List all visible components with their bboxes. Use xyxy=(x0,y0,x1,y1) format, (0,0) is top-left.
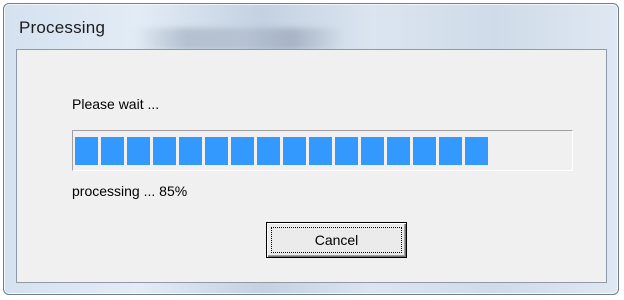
window-title: Processing xyxy=(19,18,106,37)
title-bar-glass-blur xyxy=(134,28,344,50)
progress-bar-fill xyxy=(75,137,488,165)
progress-bar xyxy=(72,130,573,171)
processing-window: Processing Please wait ... processing ..… xyxy=(3,3,619,295)
cancel-button-label: Cancel xyxy=(271,227,402,253)
title-bar[interactable]: Processing xyxy=(4,4,618,50)
status-label: processing ... 85% xyxy=(72,183,188,199)
dialog-body: Please wait ... processing ... 85% Cance… xyxy=(16,49,607,283)
cancel-button[interactable]: Cancel xyxy=(266,222,407,258)
wait-label: Please wait ... xyxy=(72,96,160,112)
